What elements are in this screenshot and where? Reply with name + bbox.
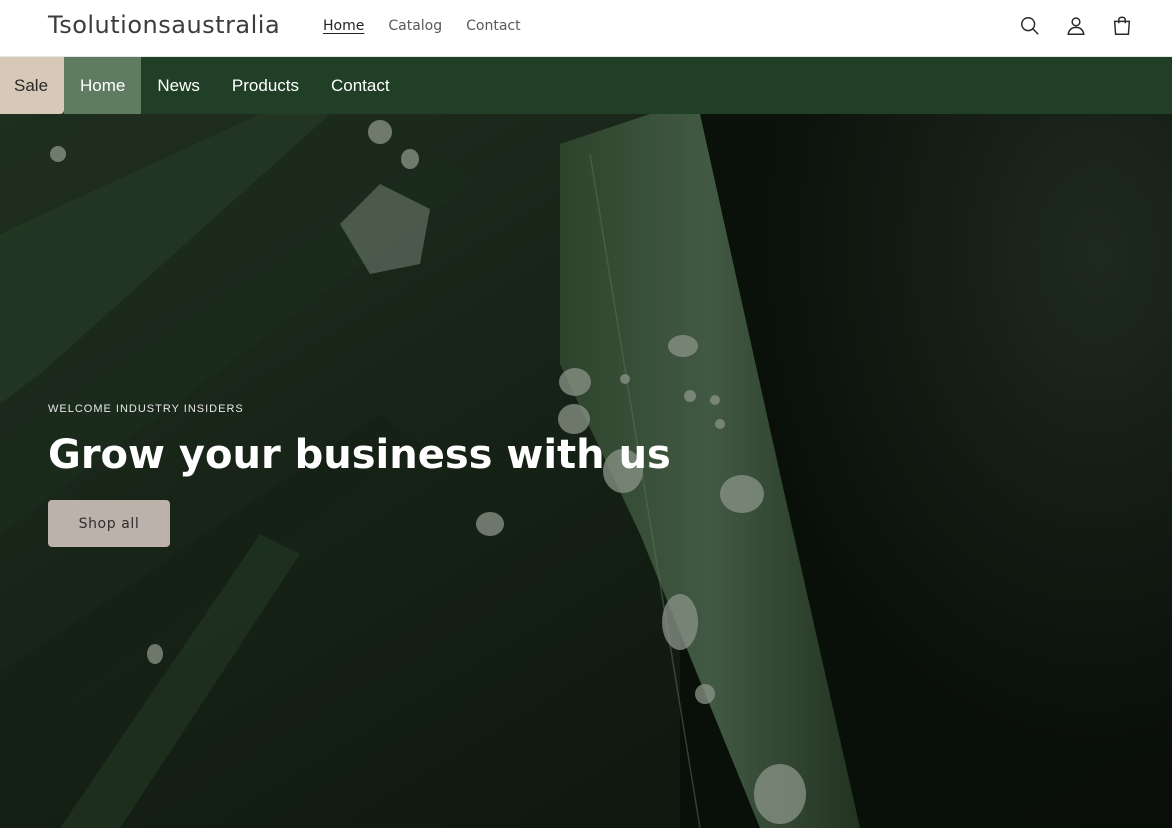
main-nav-home[interactable]: Home	[64, 57, 142, 114]
search-icon[interactable]	[1018, 14, 1042, 38]
hero-banner: WELCOME INDUSTRY INSIDERS Grow your busi…	[0, 114, 1172, 828]
header-nav-home[interactable]: Home	[323, 17, 364, 35]
main-nav-sale[interactable]: Sale	[0, 57, 65, 114]
brand-logo-link[interactable]: Tsolutionsaustralia	[48, 10, 280, 40]
header-nav-catalog[interactable]: Catalog	[388, 17, 442, 35]
shop-all-button[interactable]: Shop all	[48, 500, 170, 547]
header-icons	[1018, 14, 1134, 38]
site-header: Tsolutionsaustralia Home Catalog Contact	[0, 0, 1172, 57]
main-nav-products[interactable]: Products	[216, 57, 315, 114]
account-icon[interactable]	[1064, 14, 1088, 38]
header-nav: Home Catalog Contact	[323, 17, 545, 35]
header-nav-contact[interactable]: Contact	[466, 17, 520, 35]
hero-eyebrow: WELCOME INDUSTRY INSIDERS	[48, 403, 244, 415]
main-nav-news[interactable]: News	[141, 57, 216, 114]
main-nav-bar: Sale Home News Products Contact	[0, 57, 1172, 114]
cart-icon[interactable]	[1110, 14, 1134, 38]
hero-headline: Grow your business with us	[48, 432, 671, 478]
hero-content: WELCOME INDUSTRY INSIDERS Grow your busi…	[48, 402, 671, 547]
main-nav-contact[interactable]: Contact	[315, 57, 406, 114]
